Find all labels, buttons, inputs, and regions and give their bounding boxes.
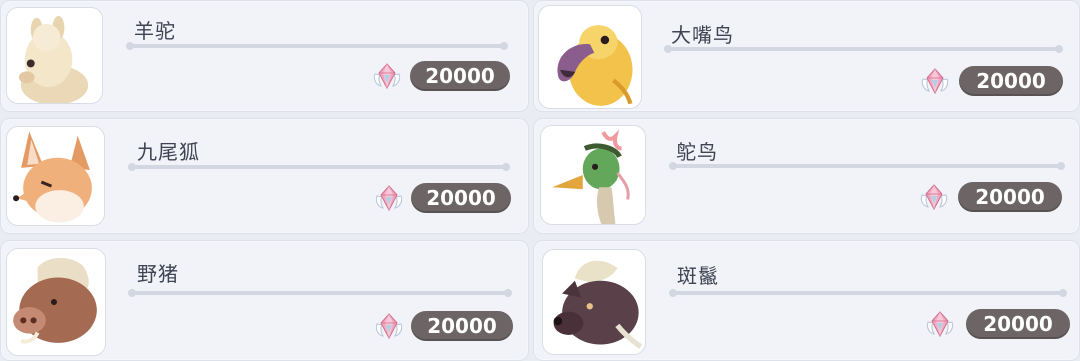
winged-crystal-icon bbox=[925, 309, 955, 339]
winged-crystal-icon bbox=[372, 61, 402, 91]
alpaca-portrait bbox=[6, 7, 103, 104]
item-card-wild-boar[interactable]: 野猪 20000 bbox=[0, 240, 529, 361]
winged-crystal-icon bbox=[919, 182, 949, 212]
price-button[interactable]: 20000 bbox=[958, 182, 1062, 212]
price-button[interactable]: 20000 bbox=[966, 309, 1070, 339]
item-card-alpaca[interactable]: 羊驼 20000 bbox=[0, 0, 529, 112]
item-card-hyena[interactable]: 斑鬣 20000 bbox=[533, 240, 1080, 361]
divider-line bbox=[664, 45, 1063, 53]
item-name: 羊驼 bbox=[134, 19, 176, 43]
winged-crystal-icon bbox=[374, 183, 404, 213]
item-name: 大嘴鸟 bbox=[671, 23, 734, 47]
divider-line bbox=[128, 163, 510, 171]
divider-line bbox=[126, 42, 508, 50]
hyena-portrait bbox=[542, 249, 646, 355]
divider-line bbox=[128, 289, 512, 297]
price-button[interactable]: 20000 bbox=[411, 183, 511, 213]
item-card-big-beak-bird[interactable]: 大嘴鸟 20000 bbox=[533, 0, 1080, 112]
nine-tailed-fox-portrait bbox=[6, 126, 105, 226]
item-name: 斑鬣 bbox=[677, 264, 719, 288]
item-card-ostrich[interactable]: 鸵鸟 20000 bbox=[533, 118, 1080, 234]
price-button[interactable]: 20000 bbox=[410, 61, 510, 91]
item-card-nine-tailed-fox[interactable]: 九尾狐 20000 bbox=[0, 118, 529, 234]
winged-crystal-icon bbox=[920, 66, 950, 96]
winged-crystal-icon bbox=[374, 311, 404, 341]
divider-line bbox=[669, 289, 1067, 297]
big-beak-bird-portrait bbox=[538, 5, 642, 109]
item-name: 九尾狐 bbox=[137, 140, 200, 164]
wild-boar-portrait bbox=[6, 248, 106, 356]
divider-line bbox=[669, 162, 1065, 170]
price-button[interactable]: 20000 bbox=[959, 66, 1063, 96]
price-button[interactable]: 20000 bbox=[411, 311, 513, 341]
item-name: 野猪 bbox=[137, 262, 179, 286]
item-name: 鸵鸟 bbox=[676, 140, 718, 164]
ostrich-portrait bbox=[540, 125, 646, 225]
